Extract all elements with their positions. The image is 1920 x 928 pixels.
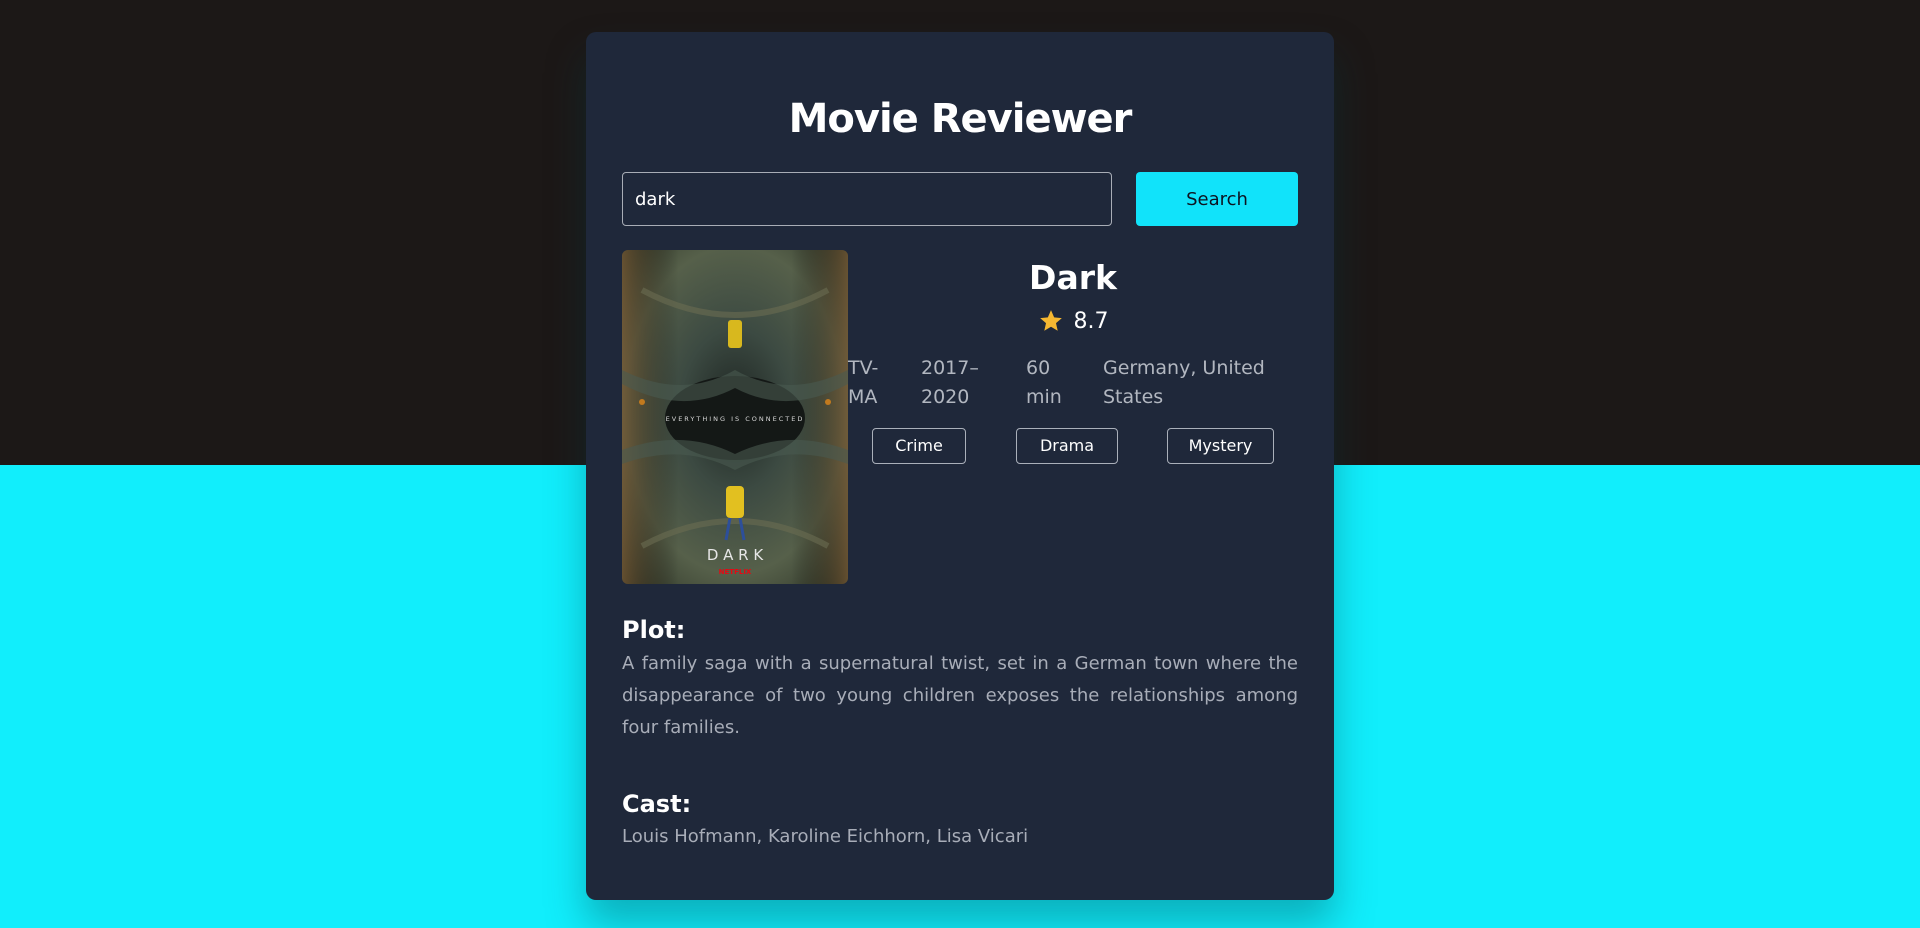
- search-button[interactable]: Search: [1136, 172, 1298, 226]
- poster-tagline: EVERYTHING IS CONNECTED: [666, 415, 805, 423]
- movie-rating: 8.7: [848, 308, 1298, 334]
- cast-text: Louis Hofmann, Karoline Eichhorn, Lisa V…: [622, 826, 1029, 847]
- movie-runtime: 60 min: [1026, 357, 1062, 408]
- genre-tag: Crime: [872, 428, 966, 464]
- star-icon: [1039, 310, 1062, 331]
- genre-tag: Drama: [1016, 428, 1118, 464]
- movie-rated: TV-MA: [848, 357, 879, 408]
- plot-heading: Plot:: [622, 616, 686, 644]
- movie-poster: EVERYTHING IS CONNECTED D A R K NETFLIX: [622, 250, 848, 584]
- rating-value: 8.7: [1073, 308, 1109, 334]
- movie-title: Dark: [1029, 258, 1117, 297]
- movie-card: Movie Reviewer Search: [586, 32, 1334, 900]
- genre-tag: Mystery: [1167, 428, 1274, 464]
- search-input[interactable]: [622, 172, 1112, 226]
- cast-heading: Cast:: [622, 790, 692, 818]
- poster-wordmark: D A R K: [707, 546, 765, 564]
- movie-years: 2017–2020: [921, 357, 979, 408]
- app-title: Movie Reviewer: [788, 96, 1133, 142]
- movie-country: Germany, United States: [1103, 357, 1265, 408]
- plot-text: A family saga with a supernatural twist,…: [622, 653, 1298, 738]
- poster-brand: NETFLIX: [719, 568, 752, 576]
